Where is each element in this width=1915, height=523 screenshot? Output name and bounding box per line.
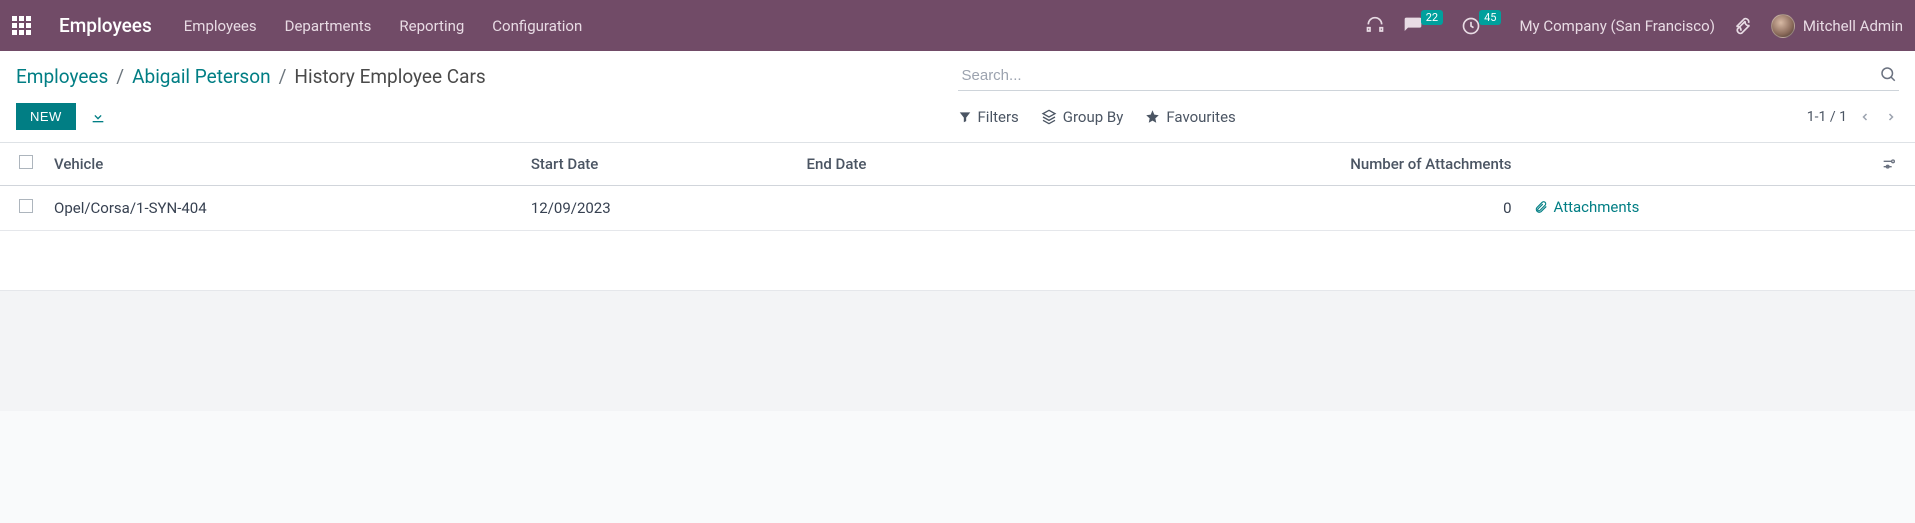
cell-optional: [1871, 186, 1915, 231]
col-end[interactable]: End Date: [797, 143, 1018, 186]
col-start[interactable]: Start Date: [521, 143, 797, 186]
star-icon: [1145, 109, 1160, 124]
pager-next-icon[interactable]: [1883, 110, 1899, 124]
cell-attachments-link: Attachments: [1524, 186, 1871, 231]
new-button[interactable]: NEW: [16, 103, 76, 130]
list-view: Vehicle Start Date End Date Number of At…: [0, 143, 1915, 291]
navbar-right: 22 45 My Company (San Francisco) Mitchel…: [1365, 14, 1903, 38]
table-row[interactable]: Opel/Corsa/1-SYN-404 12/09/2023 0 Attach…: [0, 186, 1915, 231]
filters-label: Filters: [978, 108, 1019, 126]
search-input[interactable]: [958, 61, 1900, 91]
app-name[interactable]: Employees: [59, 14, 152, 37]
nav-configuration[interactable]: Configuration: [492, 17, 582, 35]
nav-departments[interactable]: Departments: [285, 17, 372, 35]
debug-icon[interactable]: [1733, 16, 1753, 36]
breadcrumb-root[interactable]: Employees: [16, 65, 108, 88]
page-footer-space: [0, 291, 1915, 411]
activities-badge: 45: [1479, 10, 1501, 25]
data-table: Vehicle Start Date End Date Number of At…: [0, 143, 1915, 231]
select-all-header[interactable]: [0, 143, 44, 186]
funnel-icon: [958, 110, 972, 124]
favourites-label: Favourites: [1166, 108, 1235, 126]
cell-start[interactable]: 12/09/2023: [521, 186, 797, 231]
groupby-label: Group By: [1063, 108, 1124, 126]
apps-menu-icon[interactable]: [12, 16, 31, 35]
col-attachments-count[interactable]: Number of Attachments: [1017, 143, 1523, 186]
attachments-label: Attachments: [1554, 198, 1640, 216]
nav-reporting[interactable]: Reporting: [399, 17, 464, 35]
layers-icon: [1041, 109, 1057, 125]
breadcrumb: Employees / Abigail Peterson / History E…: [16, 65, 486, 88]
pager-range[interactable]: 1-1 / 1: [1807, 109, 1847, 125]
navbar-left: Employees Employees Departments Reportin…: [12, 14, 582, 37]
table-header-row: Vehicle Start Date End Date Number of At…: [0, 143, 1915, 186]
nav-menu: Employees Departments Reporting Configur…: [184, 17, 582, 35]
breadcrumb-parent[interactable]: Abigail Peterson: [132, 65, 270, 88]
checkbox-icon[interactable]: [19, 199, 33, 213]
pager-prev-icon[interactable]: [1857, 110, 1873, 124]
top-navbar: Employees Employees Departments Reportin…: [0, 0, 1915, 51]
groupby-dropdown[interactable]: Group By: [1041, 108, 1124, 126]
nav-employees[interactable]: Employees: [184, 17, 257, 35]
filters-dropdown[interactable]: Filters: [958, 108, 1019, 126]
avatar: [1771, 14, 1795, 38]
breadcrumb-sep: /: [279, 65, 287, 88]
attachments-button[interactable]: Attachments: [1534, 198, 1640, 216]
col-optional[interactable]: [1871, 143, 1915, 186]
breadcrumb-current: History Employee Cars: [294, 65, 485, 88]
messages-icon[interactable]: 22: [1403, 16, 1443, 36]
filter-bar: Filters Group By Favourites 1-1 / 1: [958, 108, 1900, 126]
download-icon[interactable]: [90, 109, 106, 125]
user-menu[interactable]: Mitchell Admin: [1771, 14, 1903, 38]
search-wrap: [958, 61, 1900, 91]
row-select[interactable]: [0, 186, 44, 231]
control-panel: Employees / Abigail Peterson / History E…: [0, 51, 1915, 143]
cell-vehicle[interactable]: Opel/Corsa/1-SYN-404: [44, 186, 521, 231]
paperclip-icon: [1534, 200, 1548, 214]
messages-badge: 22: [1421, 10, 1443, 25]
cell-end[interactable]: [797, 186, 1018, 231]
list-footer-blank: [0, 231, 1915, 291]
favourites-dropdown[interactable]: Favourites: [1145, 108, 1235, 126]
breadcrumb-sep: /: [116, 65, 124, 88]
voip-icon[interactable]: [1365, 16, 1385, 36]
col-attachments-link: [1524, 143, 1871, 186]
checkbox-icon[interactable]: [19, 155, 33, 169]
activities-icon[interactable]: 45: [1461, 16, 1501, 36]
col-vehicle[interactable]: Vehicle: [44, 143, 521, 186]
adjust-columns-icon[interactable]: [1881, 156, 1905, 172]
cell-attachments-count[interactable]: 0: [1017, 186, 1523, 231]
search-icon[interactable]: [1879, 65, 1897, 83]
user-name: Mitchell Admin: [1803, 17, 1903, 35]
pager: 1-1 / 1: [1807, 109, 1899, 125]
company-selector[interactable]: My Company (San Francisco): [1519, 17, 1714, 35]
